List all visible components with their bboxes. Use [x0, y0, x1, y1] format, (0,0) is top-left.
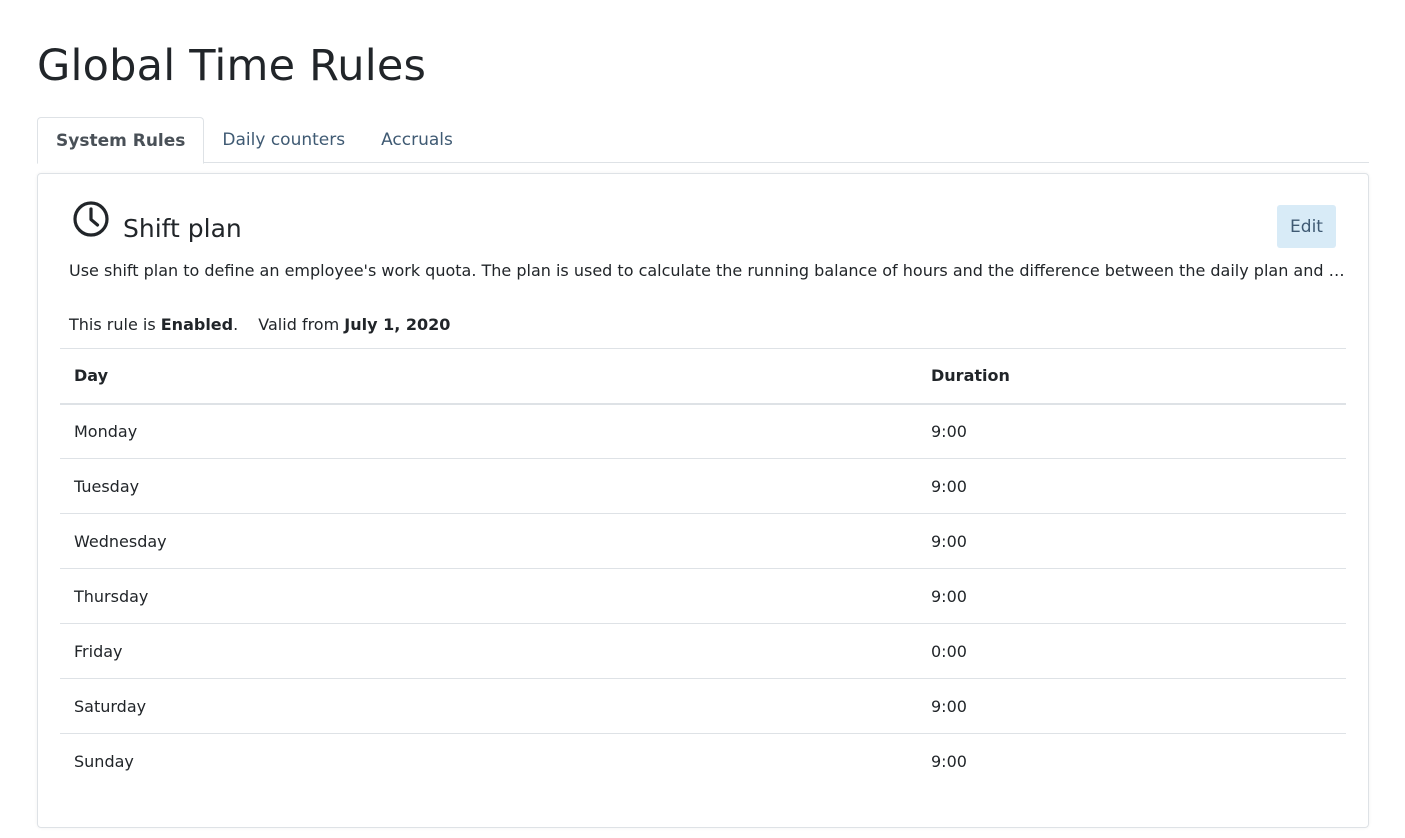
shift-plan-card: Shift plan Edit Use shift plan to define… — [37, 173, 1369, 828]
column-header-duration: Duration — [917, 348, 1346, 405]
status-suffix: . — [233, 315, 239, 334]
day-cell: Tuesday — [60, 458, 917, 514]
status-value: Enabled — [160, 315, 234, 334]
tab-accruals[interactable]: Accruals — [363, 117, 471, 163]
day-cell: Sunday — [74, 751, 134, 771]
table-row: Friday 0:00 — [60, 623, 1346, 679]
day-cell: Wednesday — [60, 513, 917, 569]
day-cell: Monday — [60, 403, 917, 459]
table-header-row: Day Duration — [60, 348, 1346, 405]
tab-bar: System Rules Daily counters Accruals — [37, 117, 1369, 164]
duration-cell: 9:00 — [917, 678, 1346, 734]
shift-plan-table: Day Duration Monday 9:00 Tuesday 9:00 We… — [60, 348, 1346, 789]
duration-cell: 9:00 — [917, 458, 1346, 514]
duration-cell: 9:00 — [917, 568, 1346, 624]
page-title: Global Time Rules — [37, 41, 427, 91]
table-row: Monday 9:00 — [60, 403, 1346, 459]
table-row: Thursday 9:00 — [60, 568, 1346, 624]
tab-system-rules[interactable]: System Rules — [37, 117, 205, 164]
edit-button[interactable]: Edit — [1277, 205, 1336, 248]
day-cell: Saturday — [60, 678, 917, 734]
duration-cell: 9:00 — [917, 513, 1346, 569]
status-prefix: This rule is — [69, 315, 156, 334]
tab-daily-counters[interactable]: Daily counters — [204, 117, 363, 163]
duration-cell: 9:00 — [917, 403, 1346, 459]
rule-status: This rule is Enabled. Valid from July 1,… — [69, 314, 1346, 336]
table-row: Sunday 9:00 — [60, 734, 1346, 789]
card-header: Shift plan Edit — [60, 174, 1346, 274]
table-row: Tuesday 9:00 — [60, 458, 1346, 514]
clock-icon — [73, 201, 109, 237]
column-header-day: Day — [60, 348, 917, 405]
card-title: Shift plan — [123, 213, 242, 243]
duration-cell: 0:00 — [917, 623, 1346, 679]
valid-date: July 1, 2020 — [344, 315, 451, 334]
day-cell: Friday — [60, 623, 917, 679]
valid-prefix: Valid from — [258, 315, 340, 334]
duration-cell: 9:00 — [931, 751, 967, 771]
day-cell: Thursday — [60, 568, 917, 624]
table-row: Saturday 9:00 — [60, 678, 1346, 734]
table-row: Wednesday 9:00 — [60, 513, 1346, 569]
page: Global Time Rules System Rules Daily cou… — [0, 0, 1405, 838]
